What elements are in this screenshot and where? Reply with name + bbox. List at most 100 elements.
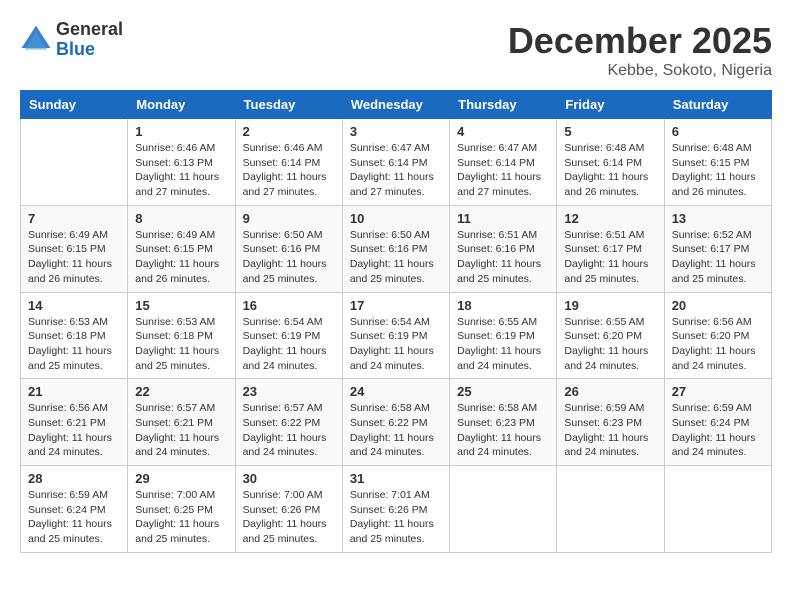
day-detail: Sunrise: 6:56 AMSunset: 6:20 PMDaylight:… [672, 315, 764, 374]
day-detail: Sunrise: 6:48 AMSunset: 6:15 PMDaylight:… [672, 141, 764, 200]
calendar-cell-w2-d5: 19Sunrise: 6:55 AMSunset: 6:20 PMDayligh… [557, 292, 664, 379]
day-number: 28 [28, 471, 120, 486]
day-number: 15 [135, 298, 227, 313]
day-detail: Sunrise: 6:54 AMSunset: 6:19 PMDaylight:… [350, 315, 442, 374]
day-detail: Sunrise: 6:57 AMSunset: 6:22 PMDaylight:… [243, 401, 335, 460]
day-detail: Sunrise: 6:49 AMSunset: 6:15 PMDaylight:… [135, 228, 227, 287]
day-number: 6 [672, 124, 764, 139]
day-number: 3 [350, 124, 442, 139]
day-number: 19 [564, 298, 656, 313]
day-detail: Sunrise: 6:51 AMSunset: 6:17 PMDaylight:… [564, 228, 656, 287]
col-thursday: Thursday [450, 91, 557, 119]
col-tuesday: Tuesday [235, 91, 342, 119]
day-number: 13 [672, 211, 764, 226]
day-detail: Sunrise: 6:49 AMSunset: 6:15 PMDaylight:… [28, 228, 120, 287]
day-number: 18 [457, 298, 549, 313]
day-number: 10 [350, 211, 442, 226]
calendar-cell-w1-d3: 10 Sunrise: 6:50 AMSunset: 6:16 PMDayligh… [342, 205, 449, 292]
calendar-cell-w3-d1: 22 Sunrise: 6:57 AMSunset: 6:21 PMDayligh… [128, 379, 235, 466]
calendar-week-row-3: 21Sunrise: 6:56 AMSunset: 6:21 PMDayligh… [21, 379, 772, 466]
logo-icon [20, 24, 52, 56]
calendar-cell-w3-d0: 21Sunrise: 6:56 AMSunset: 6:21 PMDayligh… [21, 379, 128, 466]
day-detail: Sunrise: 6:53 AMSunset: 6:18 PMDaylight:… [28, 315, 120, 374]
calendar-week-row-1: 7 Sunrise: 6:49 AMSunset: 6:15 PMDaylight… [21, 205, 772, 292]
calendar-cell-w4-d0: 28 Sunrise: 6:59 AMSunset: 6:24 PMDayligh… [21, 466, 128, 553]
calendar-cell-w0-d5: 5 Sunrise: 6:48 AMSunset: 6:14 PMDaylight… [557, 119, 664, 206]
day-detail: Sunrise: 6:59 AMSunset: 6:24 PMDaylight:… [672, 401, 764, 460]
col-friday: Friday [557, 91, 664, 119]
calendar-cell-w2-d1: 15 Sunrise: 6:53 AMSunset: 6:18 PMDayligh… [128, 292, 235, 379]
col-sunday: Sunday [21, 91, 128, 119]
day-number: 24 [350, 384, 442, 399]
logo: General Blue [20, 20, 123, 60]
calendar-cell-w1-d2: 9 Sunrise: 6:50 AMSunset: 6:16 PMDaylight… [235, 205, 342, 292]
day-detail: Sunrise: 7:01 AMSunset: 6:26 PMDaylight:… [350, 488, 442, 547]
calendar-header: Sunday Monday Tuesday Wednesday Thursday… [21, 91, 772, 119]
calendar-cell-w0-d2: 2 Sunrise: 6:46 AMSunset: 6:14 PMDaylight… [235, 119, 342, 206]
day-number: 22 [135, 384, 227, 399]
day-number: 16 [243, 298, 335, 313]
day-number: 2 [243, 124, 335, 139]
day-number: 29 [135, 471, 227, 486]
calendar-cell-w0-d4: 4Sunrise: 6:47 AMSunset: 6:14 PMDaylight… [450, 119, 557, 206]
day-number: 30 [243, 471, 335, 486]
calendar-cell-w4-d1: 29 Sunrise: 7:00 AMSunset: 6:25 PMDayligh… [128, 466, 235, 553]
day-number: 5 [564, 124, 656, 139]
calendar-cell-w2-d4: 18 Sunrise: 6:55 AMSunset: 6:19 PMDayligh… [450, 292, 557, 379]
calendar-cell-w3-d6: 27 Sunrise: 6:59 AMSunset: 6:24 PMDayligh… [664, 379, 771, 466]
calendar-cell-w1-d0: 7 Sunrise: 6:49 AMSunset: 6:15 PMDaylight… [21, 205, 128, 292]
day-detail: Sunrise: 6:53 AMSunset: 6:18 PMDaylight:… [135, 315, 227, 374]
logo-general-text: General [56, 20, 123, 40]
day-detail: Sunrise: 6:59 AMSunset: 6:24 PMDaylight:… [28, 488, 120, 547]
day-detail: Sunrise: 6:46 AMSunset: 6:13 PMDaylight:… [135, 141, 227, 200]
calendar-cell-w4-d4 [450, 466, 557, 553]
calendar-week-row-2: 14Sunrise: 6:53 AMSunset: 6:18 PMDayligh… [21, 292, 772, 379]
page-header: General Blue December 2025 Kebbe, Sokoto… [20, 20, 772, 80]
day-number: 20 [672, 298, 764, 313]
calendar-cell-w4-d3: 31Sunrise: 7:01 AMSunset: 6:26 PMDayligh… [342, 466, 449, 553]
calendar-cell-w3-d3: 24Sunrise: 6:58 AMSunset: 6:22 PMDayligh… [342, 379, 449, 466]
calendar-body: 1Sunrise: 6:46 AMSunset: 6:13 PMDaylight… [21, 119, 772, 553]
logo-text: General Blue [56, 20, 123, 60]
day-detail: Sunrise: 6:57 AMSunset: 6:21 PMDaylight:… [135, 401, 227, 460]
day-detail: Sunrise: 6:48 AMSunset: 6:14 PMDaylight:… [564, 141, 656, 200]
calendar-cell-w4-d5 [557, 466, 664, 553]
calendar-week-row-0: 1Sunrise: 6:46 AMSunset: 6:13 PMDaylight… [21, 119, 772, 206]
weekday-header-row: Sunday Monday Tuesday Wednesday Thursday… [21, 91, 772, 119]
col-monday: Monday [128, 91, 235, 119]
day-number: 12 [564, 211, 656, 226]
location-subtitle: Kebbe, Sokoto, Nigeria [508, 62, 772, 80]
calendar-cell-w1-d5: 12 Sunrise: 6:51 AMSunset: 6:17 PMDayligh… [557, 205, 664, 292]
day-detail: Sunrise: 6:50 AMSunset: 6:16 PMDaylight:… [350, 228, 442, 287]
day-number: 17 [350, 298, 442, 313]
day-number: 27 [672, 384, 764, 399]
day-detail: Sunrise: 6:55 AMSunset: 6:19 PMDaylight:… [457, 315, 549, 374]
day-detail: Sunrise: 6:47 AMSunset: 6:14 PMDaylight:… [457, 141, 549, 200]
calendar-cell-w2-d2: 16Sunrise: 6:54 AMSunset: 6:19 PMDayligh… [235, 292, 342, 379]
day-detail: Sunrise: 6:56 AMSunset: 6:21 PMDaylight:… [28, 401, 120, 460]
day-detail: Sunrise: 6:51 AMSunset: 6:16 PMDaylight:… [457, 228, 549, 287]
day-number: 9 [243, 211, 335, 226]
month-title: December 2025 [508, 20, 772, 62]
calendar-cell-w2-d3: 17 Sunrise: 6:54 AMSunset: 6:19 PMDayligh… [342, 292, 449, 379]
day-number: 7 [28, 211, 120, 226]
day-number: 26 [564, 384, 656, 399]
calendar-cell-w4-d2: 30 Sunrise: 7:00 AMSunset: 6:26 PMDayligh… [235, 466, 342, 553]
day-number: 8 [135, 211, 227, 226]
calendar-cell-w1-d1: 8 Sunrise: 6:49 AMSunset: 6:15 PMDaylight… [128, 205, 235, 292]
calendar-cell-w1-d6: 13 Sunrise: 6:52 AMSunset: 6:17 PMDayligh… [664, 205, 771, 292]
title-block: December 2025 Kebbe, Sokoto, Nigeria [508, 20, 772, 80]
calendar-cell-w0-d0 [21, 119, 128, 206]
calendar-table: Sunday Monday Tuesday Wednesday Thursday… [20, 90, 772, 553]
calendar-week-row-4: 28 Sunrise: 6:59 AMSunset: 6:24 PMDayligh… [21, 466, 772, 553]
day-detail: Sunrise: 6:50 AMSunset: 6:16 PMDaylight:… [243, 228, 335, 287]
day-detail: Sunrise: 6:52 AMSunset: 6:17 PMDaylight:… [672, 228, 764, 287]
col-saturday: Saturday [664, 91, 771, 119]
calendar-cell-w4-d6 [664, 466, 771, 553]
day-detail: Sunrise: 6:47 AMSunset: 6:14 PMDaylight:… [350, 141, 442, 200]
calendar-cell-w0-d6: 6 Sunrise: 6:48 AMSunset: 6:15 PMDaylight… [664, 119, 771, 206]
calendar-cell-w0-d1: 1Sunrise: 6:46 AMSunset: 6:13 PMDaylight… [128, 119, 235, 206]
day-detail: Sunrise: 7:00 AMSunset: 6:26 PMDaylight:… [243, 488, 335, 547]
day-detail: Sunrise: 6:46 AMSunset: 6:14 PMDaylight:… [243, 141, 335, 200]
day-detail: Sunrise: 7:00 AMSunset: 6:25 PMDaylight:… [135, 488, 227, 547]
